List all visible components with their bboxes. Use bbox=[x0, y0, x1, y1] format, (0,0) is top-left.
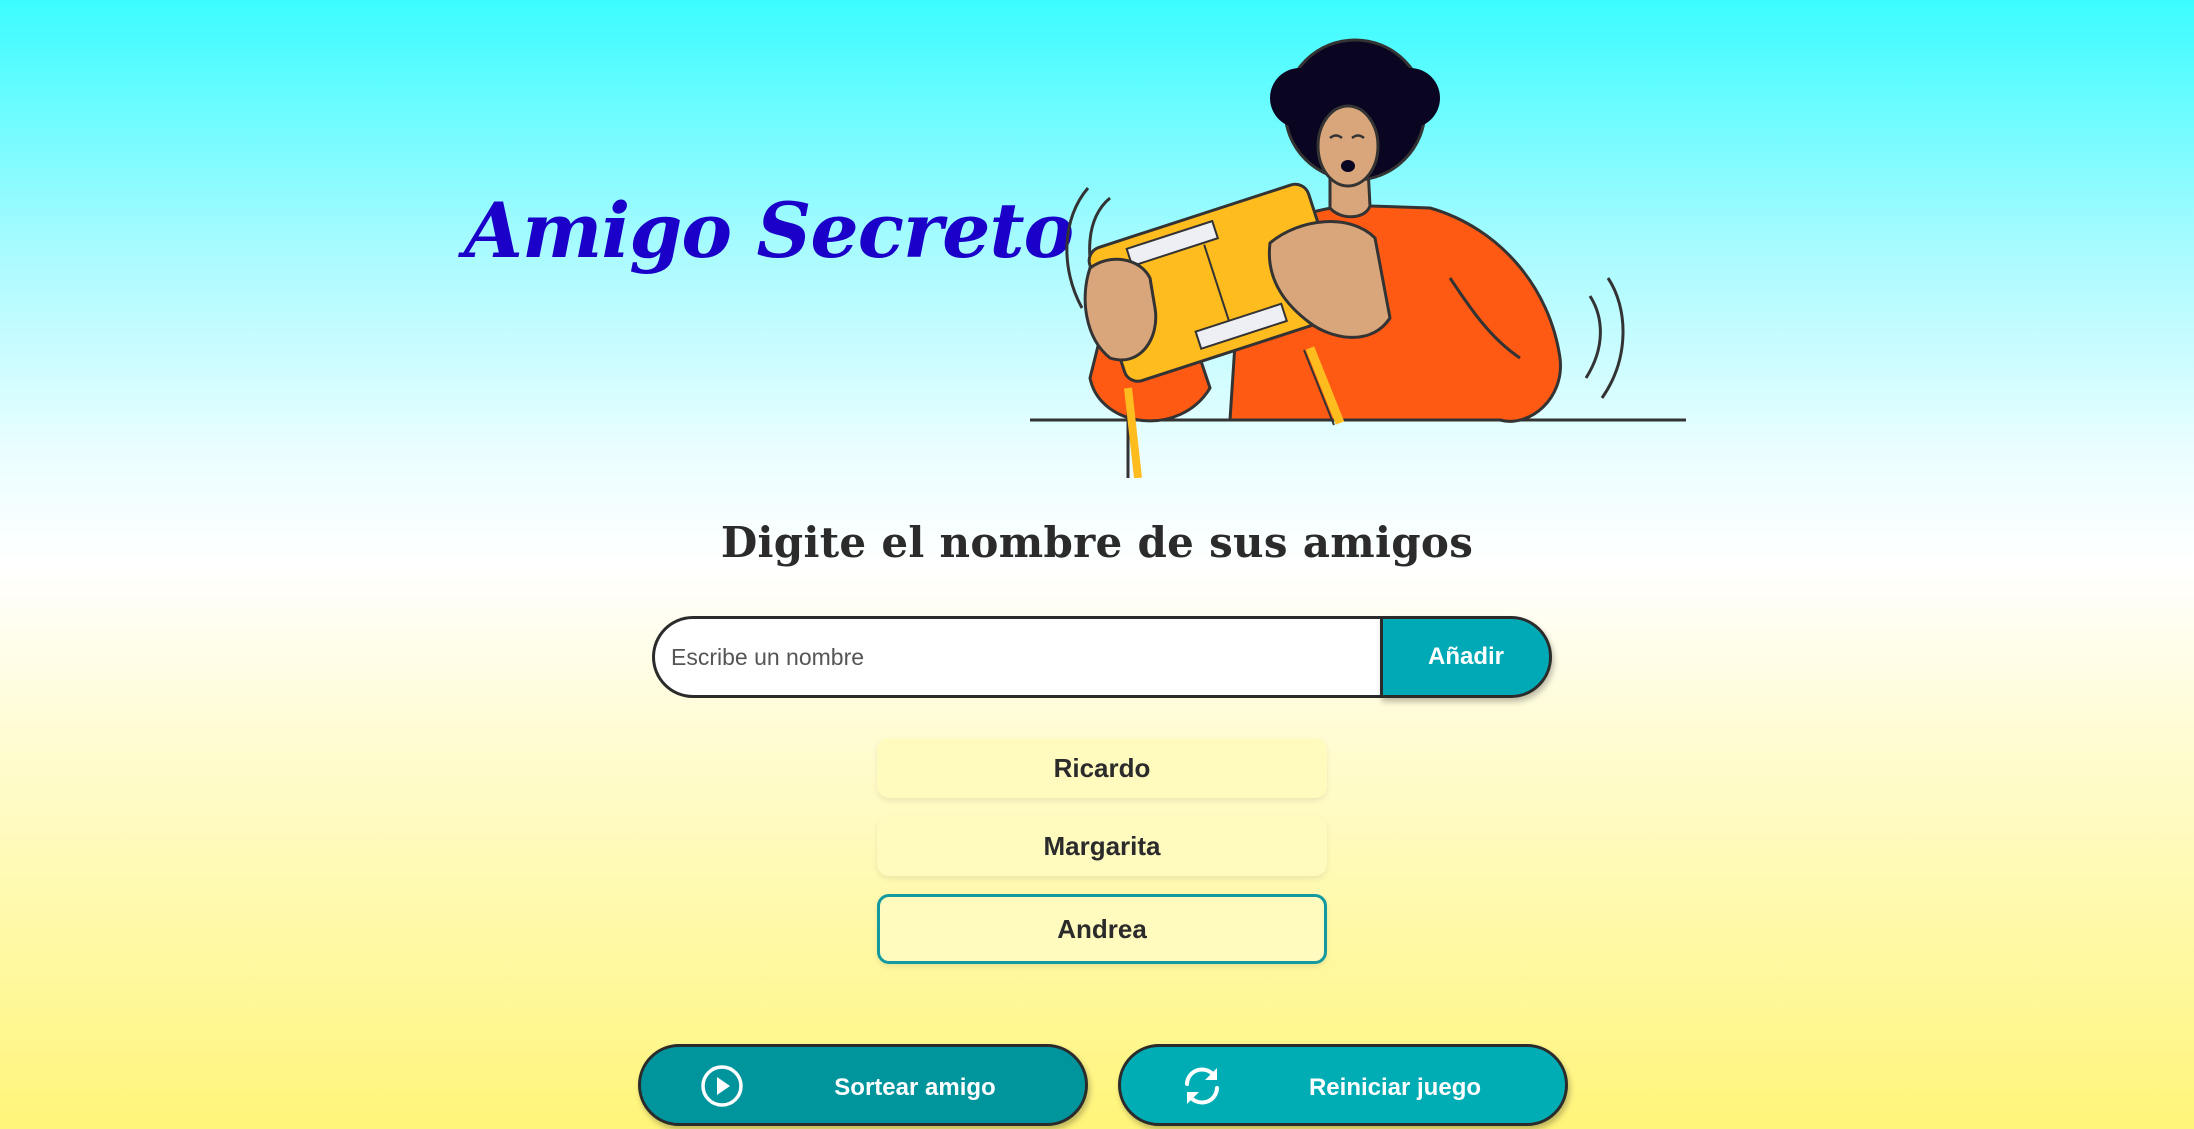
friend-list-item[interactable]: Margarita bbox=[877, 816, 1327, 876]
add-button[interactable]: Añadir bbox=[1380, 616, 1552, 698]
hero-illustration bbox=[1030, 38, 1686, 478]
draw-friend-button[interactable]: Sortear amigo bbox=[638, 1044, 1088, 1126]
reset-game-button[interactable]: Reiniciar juego bbox=[1118, 1044, 1568, 1126]
play-circle-icon bbox=[701, 1065, 743, 1107]
friend-list-item[interactable]: Andrea bbox=[877, 894, 1327, 964]
add-friend-form: Añadir bbox=[652, 616, 1552, 698]
section-heading: Digite el nombre de sus amigos bbox=[720, 518, 1474, 567]
friend-name-input[interactable] bbox=[652, 616, 1386, 698]
draw-friend-label: Sortear amigo bbox=[834, 1074, 996, 1101]
refresh-icon bbox=[1185, 1067, 1219, 1105]
reset-game-label: Reiniciar juego bbox=[1308, 1074, 1482, 1101]
friend-list-item[interactable]: Ricardo bbox=[877, 738, 1327, 798]
friend-list: Ricardo Margarita Andrea bbox=[877, 738, 1327, 982]
page-title: Amigo Secreto bbox=[464, 186, 1074, 275]
